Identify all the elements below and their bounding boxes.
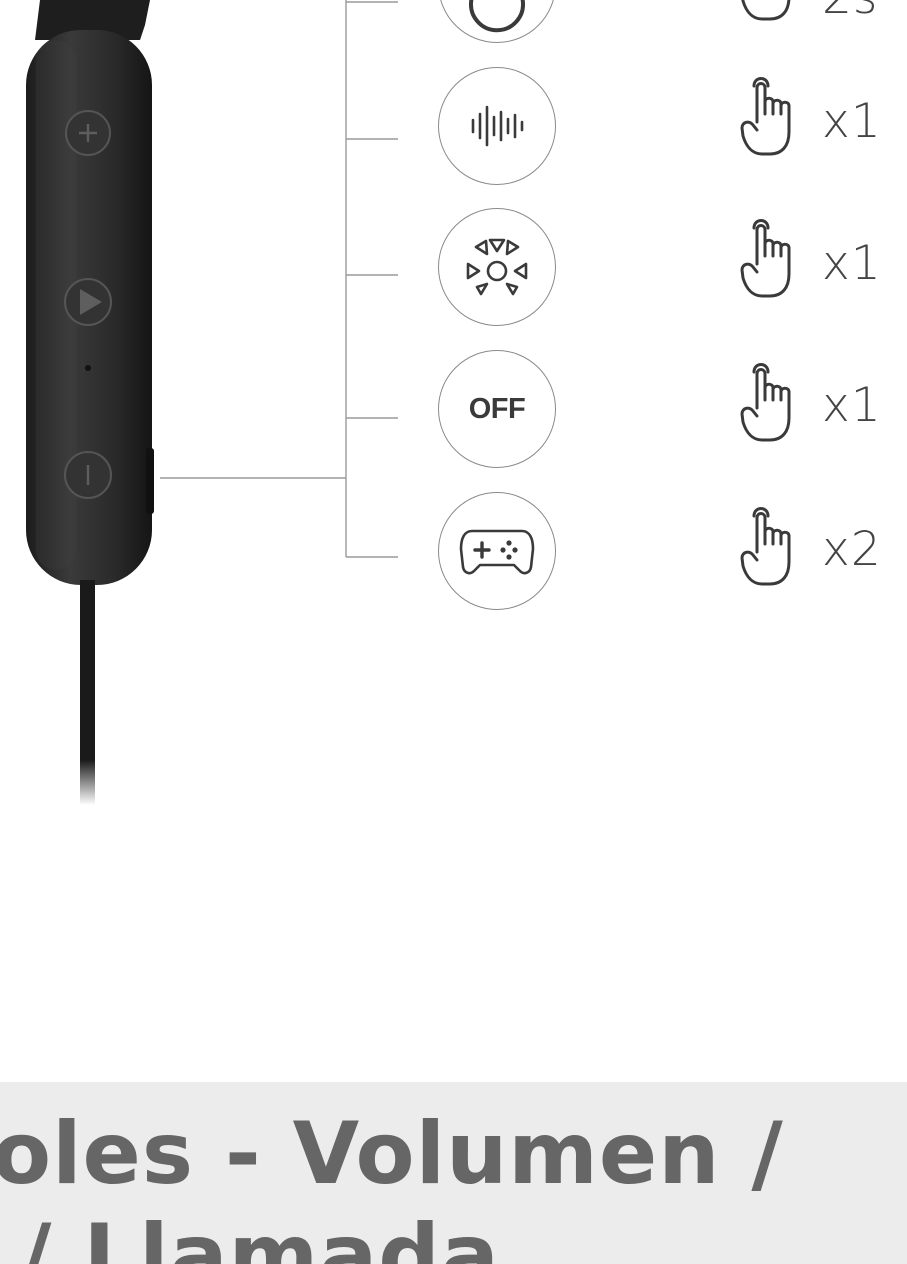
tap-count-surround: x1 (822, 236, 882, 291)
mode-sound-wave (438, 67, 556, 185)
tap-count-power: 2s (822, 0, 878, 25)
tap-hand-icon (740, 212, 810, 308)
mode-off: OFF (438, 350, 556, 468)
footer-banner: oles - Volumen / / Llamada (0, 1082, 907, 1264)
mode-gaming (438, 492, 556, 610)
tap-count-gaming: x2 (822, 522, 882, 577)
power-icon (469, 0, 525, 33)
tap-hand-icon (740, 0, 810, 31)
tap-hand-icon (740, 356, 810, 452)
tap-hand-icon (740, 70, 810, 166)
footer-title-line-2: / Llamada (20, 1206, 500, 1264)
controls-diagram: OFF 2s x1 x1 x1 x2 oles - Volumen / / Ll… (0, 0, 907, 1264)
gamepad-icon (459, 529, 535, 575)
tap-count-sound-wave: x1 (822, 94, 882, 149)
tap-count-off: x1 (822, 378, 882, 433)
surround-sound-icon (466, 238, 528, 296)
off-icon: OFF (468, 392, 526, 425)
mode-surround (438, 208, 556, 326)
footer-title-line-1: oles - Volumen / (0, 1104, 784, 1204)
sound-wave-icon (471, 105, 524, 147)
tap-hand-icon (740, 500, 810, 596)
